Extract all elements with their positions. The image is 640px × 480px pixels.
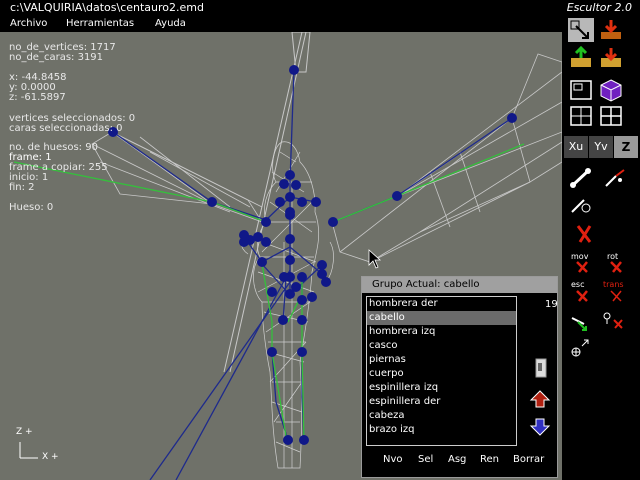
bone-icon — [570, 168, 591, 188]
delete-bone-button[interactable] — [572, 222, 598, 246]
pivot-icon — [571, 339, 589, 357]
list-item[interactable]: brazo izq — [367, 423, 516, 437]
weight-tool-button[interactable] — [568, 310, 594, 334]
arrow-up-icon — [529, 390, 551, 408]
list-item[interactable]: piernas — [367, 353, 516, 367]
view-split-button[interactable] — [568, 104, 594, 128]
stat-caras: no_de_caras: 3191 — [9, 52, 104, 63]
seleccionar-button[interactable]: Sel — [418, 454, 433, 465]
group-panel: Grupo Actual: cabello hombrera der cabel… — [361, 276, 558, 478]
esc-x-icon — [576, 290, 588, 302]
group-panel-title: Grupo Actual: cabello — [372, 279, 480, 290]
pivot-tool-button[interactable] — [568, 338, 594, 362]
trans-x-icon — [610, 290, 622, 302]
bone-edit-button[interactable] — [602, 166, 628, 190]
body-mesh — [240, 141, 334, 469]
group-list[interactable]: hombrera der cabello hombrera izq casco … — [366, 296, 517, 446]
esc-label: esc — [571, 280, 585, 289]
stat-hueso: Hueso: 0 — [9, 202, 54, 213]
view-quad-button[interactable] — [598, 104, 624, 128]
axis-z-label: Z + — [16, 427, 33, 437]
menu-bar: Archivo Herramientas Ayuda — [0, 16, 640, 32]
group-count: 19 — [545, 299, 558, 310]
document-button[interactable] — [534, 357, 548, 379]
save-file-button[interactable] — [598, 46, 624, 70]
list-item[interactable]: espinillera der — [367, 395, 516, 409]
bone-pencil-icon — [605, 169, 625, 187]
folder-down-icon — [601, 48, 621, 67]
mouse-cursor — [368, 249, 382, 269]
axis-x-label: X + — [42, 452, 59, 462]
open-file-button[interactable] — [568, 46, 594, 70]
borrar-button[interactable]: Borrar — [513, 454, 544, 465]
bone-link-icon — [571, 199, 591, 213]
view-3d-button[interactable] — [598, 78, 624, 102]
list-item[interactable]: cabeza — [367, 409, 516, 423]
axis-yv-button[interactable]: Yv — [589, 136, 613, 158]
axis-xu-button[interactable]: Xu — [564, 136, 588, 158]
arrow-down-icon — [529, 418, 551, 436]
import-button[interactable] — [598, 18, 624, 42]
weight-remove-button[interactable] — [600, 310, 626, 334]
axis-z-button[interactable]: Z — [614, 136, 638, 158]
folder-up-icon — [571, 46, 591, 67]
asignar-button[interactable]: Asg — [448, 454, 466, 465]
esc-button[interactable] — [574, 289, 590, 303]
document-icon — [535, 358, 547, 378]
menu-herramientas[interactable]: Herramientas — [66, 18, 134, 29]
import-down-icon — [601, 20, 621, 39]
rot-button[interactable] — [608, 260, 624, 274]
title-bar: c:\VALQUIRIA\datos\centauro2.emd Esculto… — [0, 0, 640, 16]
menu-ayuda[interactable]: Ayuda — [155, 18, 186, 29]
move-up-button[interactable] — [529, 389, 551, 409]
group-panel-header: Grupo Actual: cabello — [362, 277, 557, 293]
list-item[interactable]: hombrera der — [367, 297, 516, 311]
view-single-button[interactable] — [568, 78, 594, 102]
red-x-icon — [576, 225, 592, 243]
list-item[interactable]: hombrera izq — [367, 325, 516, 339]
menu-archivo[interactable]: Archivo — [10, 18, 47, 29]
wing-mesh-right — [331, 53, 562, 263]
bone-link-button[interactable] — [568, 192, 594, 216]
list-item[interactable]: casco — [367, 339, 516, 353]
list-item-selected[interactable]: cabello — [367, 311, 516, 325]
stat-fin: fin: 2 — [9, 182, 35, 193]
move-down-button[interactable] — [529, 417, 551, 437]
renombrar-button[interactable]: Ren — [480, 454, 499, 465]
select-tool-button[interactable] — [568, 18, 594, 42]
window-icon — [570, 80, 592, 100]
trans-label: trans — [603, 280, 624, 289]
axis-indicator — [19, 442, 38, 459]
pin-x-icon — [603, 312, 623, 329]
cube-icon — [600, 79, 622, 102]
window-split-icon — [570, 106, 592, 126]
select-arrow-icon — [570, 20, 589, 39]
list-item[interactable]: espinillera izq — [367, 381, 516, 395]
mov-x-icon — [576, 261, 588, 273]
trans-button[interactable] — [608, 289, 624, 303]
file-path: c:\VALQUIRIA\datos\centauro2.emd — [10, 1, 204, 14]
nuevo-button[interactable]: Nvo — [383, 454, 403, 465]
app-title: Escultor 2.0 — [566, 1, 632, 14]
rot-x-icon — [610, 261, 622, 273]
green-arrow-icon — [571, 317, 587, 331]
grid-icon — [600, 106, 622, 126]
stat-z: z: -61.5897 — [9, 92, 66, 103]
mov-button[interactable] — [574, 260, 590, 274]
stat-caras-seleccionadas: caras seleccionadas: 0 — [9, 123, 123, 134]
bone-tool-button[interactable] — [568, 166, 594, 190]
right-toolbar: Xu Yv Z mov rot esc trans — [562, 16, 640, 480]
list-item[interactable]: cuerpo — [367, 367, 516, 381]
